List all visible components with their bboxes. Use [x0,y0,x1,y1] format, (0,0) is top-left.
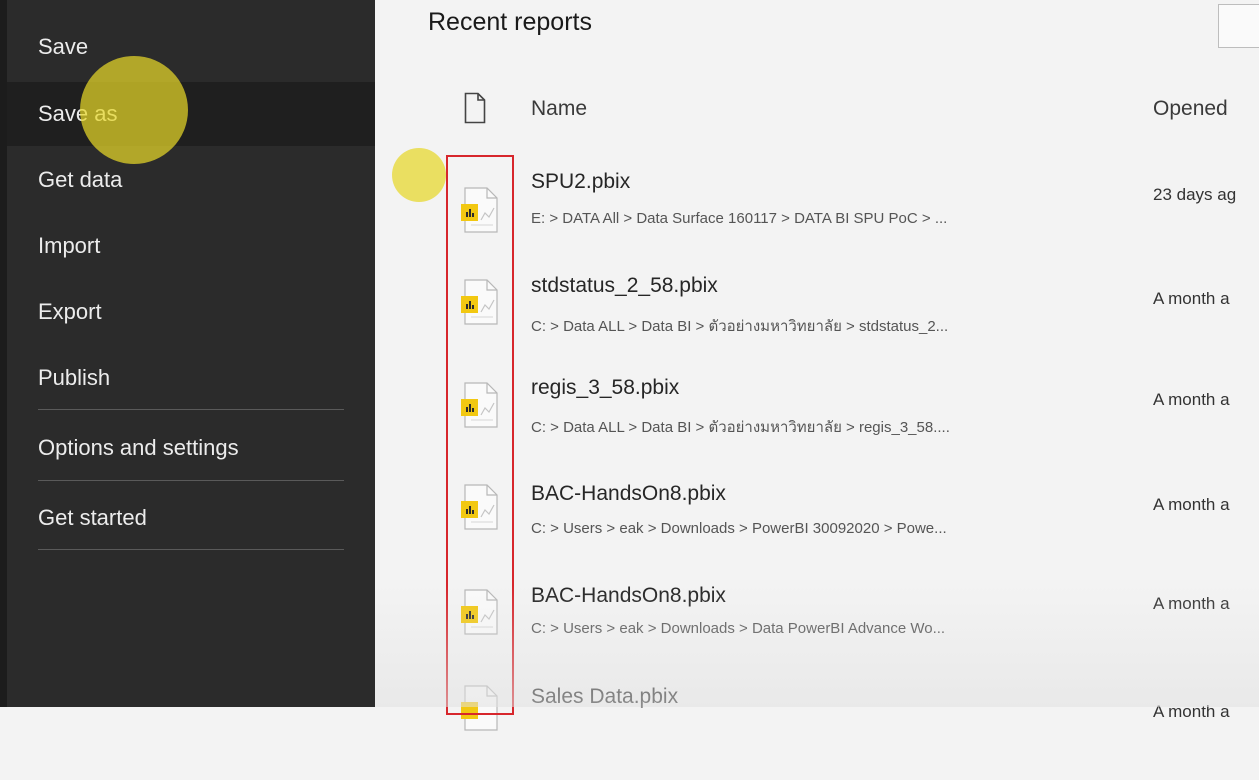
top-right-box[interactable] [1218,4,1259,48]
report-opened-time: A month a [1153,594,1230,613]
recent-report-row[interactable]: BAC-HandsOn8.pbix C: > Users > eak > Dow… [375,475,1259,575]
column-header-name[interactable]: Name [531,97,587,121]
menu-divider [38,409,344,410]
report-opened-time: 23 days ag [1153,185,1237,204]
menu-divider [38,480,344,481]
recent-report-row[interactable]: BAC-HandsOn8.pbix C: > Users > eak > Dow… [375,578,1259,678]
pbix-file-icon [461,279,498,325]
menu-item-save-as[interactable]: Save as [7,82,375,146]
page-title: Recent reports [428,8,592,36]
menu-item-save[interactable]: Save [7,15,375,79]
report-file-path: C: > Users > eak > Downloads > PowerBI 3… [531,520,947,537]
menu-item-get-started[interactable]: Get started [7,486,375,550]
pbix-file-icon [461,589,498,635]
menu-item-options-and-settings[interactable]: Options and settings [7,416,375,480]
pbix-file-icon [461,187,498,233]
file-outline-icon [464,92,486,124]
file-menu-sidebar: Save Save as Get data Import Export Publ… [0,0,375,707]
recent-reports-panel: Recent reports Name Opened SPU2.pbix E: … [375,0,1259,731]
report-file-name: BAC-HandsOn8.pbix [531,584,726,607]
report-file-path: C: > Data ALL > Data BI > ตัวอย่างมหาวิท… [531,419,950,436]
menu-item-import[interactable]: Import [7,214,375,278]
recent-report-row[interactable]: regis_3_58.pbix C: > Data ALL > Data BI … [375,371,1259,471]
recent-report-row[interactable]: SPU2.pbix E: > DATA All > Data Surface 1… [375,160,1259,260]
report-file-path: E: > DATA All > Data Surface 160117 > DA… [531,210,948,227]
recent-report-row[interactable]: stdstatus_2_58.pbix C: > Data ALL > Data… [375,264,1259,364]
pbix-file-icon [461,382,498,428]
report-opened-time: A month a [1153,702,1230,721]
pbix-file-icon [461,484,498,530]
recent-report-row[interactable]: Sales Data.pbix A month a [375,680,1259,780]
report-file-name: SPU2.pbix [531,170,631,193]
menu-divider [38,549,344,550]
menu-item-get-data[interactable]: Get data [7,148,375,212]
sidebar-edge-strip [0,0,7,707]
report-opened-time: A month a [1153,390,1230,409]
report-file-name: regis_3_58.pbix [531,376,680,399]
pbix-file-icon [461,685,498,731]
column-header-opened[interactable]: Opened [1153,97,1228,121]
report-file-path: C: > Data ALL > Data BI > ตัวอย่างมหาวิท… [531,318,949,335]
report-file-name: BAC-HandsOn8.pbix [531,482,726,505]
report-file-name: Sales Data.pbix [531,685,679,708]
report-file-name: stdstatus_2_58.pbix [531,274,718,297]
menu-item-export[interactable]: Export [7,280,375,344]
report-opened-time: A month a [1153,495,1230,514]
menu-item-publish[interactable]: Publish [7,346,375,410]
report-file-path: C: > Users > eak > Downloads > Data Powe… [531,620,946,637]
report-opened-time: A month a [1153,289,1230,308]
